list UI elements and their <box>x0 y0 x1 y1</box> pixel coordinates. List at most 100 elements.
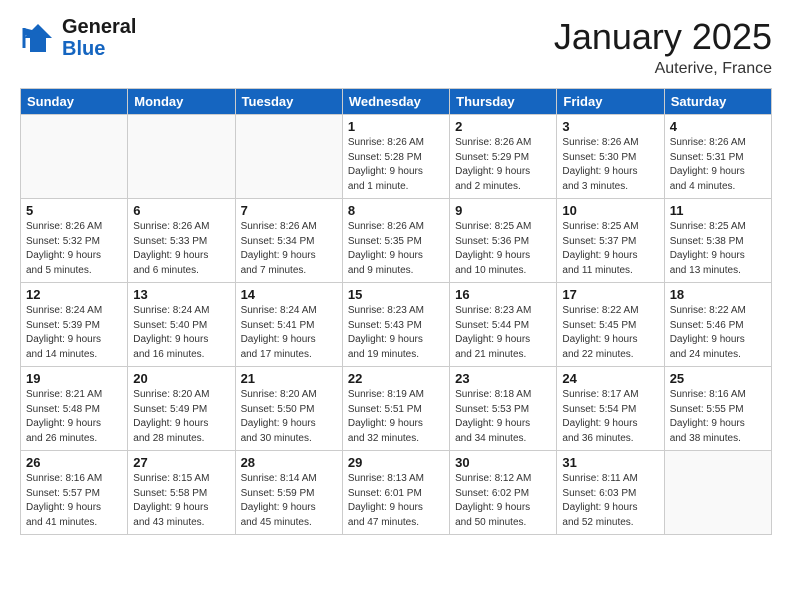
calendar-cell: 1 Sunrise: 8:26 AM Sunset: 5:28 PM Daylig… <box>342 115 449 199</box>
calendar-cell: 3 Sunrise: 8:26 AM Sunset: 5:30 PM Daylig… <box>557 115 664 199</box>
calendar-cell <box>21 115 128 199</box>
day-info: Sunrise: 8:14 AM Sunset: 5:59 PM Dayligh… <box>241 472 337 530</box>
day-info: Sunrise: 8:13 AM Sunset: 6:01 PM Dayligh… <box>348 472 444 530</box>
day-number: 13 <box>133 287 229 302</box>
day-info: Sunrise: 8:12 AM Sunset: 6:02 PM Dayligh… <box>455 472 551 530</box>
calendar-cell: 27Sunrise: 8:15 AM Sunset: 5:58 PM Dayli… <box>128 451 235 535</box>
calendar-cell: 12 Sunrise: 8:24 AM Sunset: 5:39 PM Dayli… <box>21 283 128 367</box>
day-number: 14 <box>241 287 337 302</box>
calendar-cell: 10 Sunrise: 8:25 AM Sunset: 5:37 PM Dayli… <box>557 199 664 283</box>
day-number: 27 <box>133 455 229 470</box>
day-number: 20 <box>133 371 229 386</box>
day-number: 3 <box>562 119 658 134</box>
calendar-cell: 28 Sunrise: 8:14 AM Sunset: 5:59 PM Dayli… <box>235 451 342 535</box>
day-info: Sunrise: 8:26 AM Sunset: 5:32 PM Dayligh… <box>26 220 122 278</box>
weekday-header: Friday <box>557 89 664 115</box>
day-number: 18 <box>670 287 766 302</box>
day-info: Sunrise: 8:20 AM Sunset: 5:49 PM Dayligh… <box>133 388 229 446</box>
calendar-cell: 30 Sunrise: 8:12 AM Sunset: 6:02 PM Dayli… <box>450 451 557 535</box>
day-info: Sunrise: 8:23 AM Sunset: 5:44 PM Dayligh… <box>455 304 551 362</box>
day-info: Sunrise: 8:25 AM Sunset: 5:38 PM Dayligh… <box>670 220 766 278</box>
calendar-cell: 25Sunrise: 8:16 AM Sunset: 5:55 PM Dayli… <box>664 367 771 451</box>
weekday-header: Sunday <box>21 89 128 115</box>
day-number: 10 <box>562 203 658 218</box>
day-number: 11 <box>670 203 766 218</box>
calendar-cell: 21 Sunrise: 8:20 AM Sunset: 5:50 PM Dayli… <box>235 367 342 451</box>
calendar-cell: 15 Sunrise: 8:23 AM Sunset: 5:43 PM Dayli… <box>342 283 449 367</box>
calendar-cell: 5 Sunrise: 8:26 AM Sunset: 5:32 PM Daylig… <box>21 199 128 283</box>
day-info: Sunrise: 8:11 AM Sunset: 6:03 PM Dayligh… <box>562 472 658 530</box>
calendar-title: January 2025 <box>554 16 772 58</box>
day-info: Sunrise: 8:17 AM Sunset: 5:54 PM Dayligh… <box>562 388 658 446</box>
day-number: 23 <box>455 371 551 386</box>
day-number: 24 <box>562 371 658 386</box>
day-info: Sunrise: 8:26 AM Sunset: 5:34 PM Dayligh… <box>241 220 337 278</box>
day-number: 5 <box>26 203 122 218</box>
weekday-header: Saturday <box>664 89 771 115</box>
day-number: 16 <box>455 287 551 302</box>
calendar-cell: 6 Sunrise: 8:26 AM Sunset: 5:33 PM Daylig… <box>128 199 235 283</box>
day-info: Sunrise: 8:26 AM Sunset: 5:28 PM Dayligh… <box>348 136 444 194</box>
day-number: 2 <box>455 119 551 134</box>
day-info: Sunrise: 8:20 AM Sunset: 5:50 PM Dayligh… <box>241 388 337 446</box>
header: General Blue January 2025 Auterive, Fran… <box>20 16 772 78</box>
day-info: Sunrise: 8:26 AM Sunset: 5:35 PM Dayligh… <box>348 220 444 278</box>
day-info: Sunrise: 8:19 AM Sunset: 5:51 PM Dayligh… <box>348 388 444 446</box>
day-info: Sunrise: 8:25 AM Sunset: 5:36 PM Dayligh… <box>455 220 551 278</box>
day-number: 30 <box>455 455 551 470</box>
logo: General Blue <box>20 16 136 60</box>
day-number: 19 <box>26 371 122 386</box>
day-number: 6 <box>133 203 229 218</box>
calendar-cell: 2 Sunrise: 8:26 AM Sunset: 5:29 PM Daylig… <box>450 115 557 199</box>
weekday-header: Tuesday <box>235 89 342 115</box>
calendar-cell: 23 Sunrise: 8:18 AM Sunset: 5:53 PM Dayli… <box>450 367 557 451</box>
day-info: Sunrise: 8:26 AM Sunset: 5:29 PM Dayligh… <box>455 136 551 194</box>
calendar-subtitle: Auterive, France <box>554 60 772 78</box>
calendar-cell: 9 Sunrise: 8:25 AM Sunset: 5:36 PM Daylig… <box>450 199 557 283</box>
day-number: 17 <box>562 287 658 302</box>
day-info: Sunrise: 8:26 AM Sunset: 5:30 PM Dayligh… <box>562 136 658 194</box>
day-info: Sunrise: 8:26 AM Sunset: 5:31 PM Dayligh… <box>670 136 766 194</box>
calendar-cell <box>235 115 342 199</box>
day-number: 22 <box>348 371 444 386</box>
logo-general: General <box>62 16 136 38</box>
calendar-cell: 22 Sunrise: 8:19 AM Sunset: 5:51 PM Dayli… <box>342 367 449 451</box>
day-number: 12 <box>26 287 122 302</box>
day-number: 1 <box>348 119 444 134</box>
calendar-cell: 8Sunrise: 8:26 AM Sunset: 5:35 PM Daylig… <box>342 199 449 283</box>
day-info: Sunrise: 8:26 AM Sunset: 5:33 PM Dayligh… <box>133 220 229 278</box>
calendar-cell: 20 Sunrise: 8:20 AM Sunset: 5:49 PM Dayli… <box>128 367 235 451</box>
day-info: Sunrise: 8:24 AM Sunset: 5:39 PM Dayligh… <box>26 304 122 362</box>
calendar-cell: 26Sunrise: 8:16 AM Sunset: 5:57 PM Dayli… <box>21 451 128 535</box>
day-info: Sunrise: 8:16 AM Sunset: 5:55 PM Dayligh… <box>670 388 766 446</box>
day-number: 7 <box>241 203 337 218</box>
page: General Blue January 2025 Auterive, Fran… <box>0 0 792 612</box>
calendar-cell: 14 Sunrise: 8:24 AM Sunset: 5:41 PM Dayli… <box>235 283 342 367</box>
day-info: Sunrise: 8:18 AM Sunset: 5:53 PM Dayligh… <box>455 388 551 446</box>
calendar-cell: 18 Sunrise: 8:22 AM Sunset: 5:46 PM Dayli… <box>664 283 771 367</box>
day-info: Sunrise: 8:23 AM Sunset: 5:43 PM Dayligh… <box>348 304 444 362</box>
weekday-header: Monday <box>128 89 235 115</box>
calendar-cell: 17Sunrise: 8:22 AM Sunset: 5:45 PM Dayli… <box>557 283 664 367</box>
day-number: 28 <box>241 455 337 470</box>
day-number: 4 <box>670 119 766 134</box>
title-block: January 2025 Auterive, France <box>554 16 772 78</box>
day-number: 9 <box>455 203 551 218</box>
logo-text: General Blue <box>62 16 136 60</box>
calendar-cell: 24 Sunrise: 8:17 AM Sunset: 5:54 PM Dayli… <box>557 367 664 451</box>
day-number: 15 <box>348 287 444 302</box>
day-info: Sunrise: 8:24 AM Sunset: 5:40 PM Dayligh… <box>133 304 229 362</box>
calendar-cell: 11 Sunrise: 8:25 AM Sunset: 5:38 PM Dayli… <box>664 199 771 283</box>
day-number: 21 <box>241 371 337 386</box>
day-info: Sunrise: 8:25 AM Sunset: 5:37 PM Dayligh… <box>562 220 658 278</box>
day-info: Sunrise: 8:24 AM Sunset: 5:41 PM Dayligh… <box>241 304 337 362</box>
calendar-cell: 13 Sunrise: 8:24 AM Sunset: 5:40 PM Dayli… <box>128 283 235 367</box>
day-info: Sunrise: 8:22 AM Sunset: 5:46 PM Dayligh… <box>670 304 766 362</box>
logo-icon <box>20 20 56 56</box>
calendar-cell: 16 Sunrise: 8:23 AM Sunset: 5:44 PM Dayli… <box>450 283 557 367</box>
calendar-table: SundayMondayTuesdayWednesdayThursdayFrid… <box>20 88 772 535</box>
calendar-cell: 4 Sunrise: 8:26 AM Sunset: 5:31 PM Daylig… <box>664 115 771 199</box>
calendar-cell <box>664 451 771 535</box>
logo-blue: Blue <box>62 38 105 60</box>
calendar-cell <box>128 115 235 199</box>
